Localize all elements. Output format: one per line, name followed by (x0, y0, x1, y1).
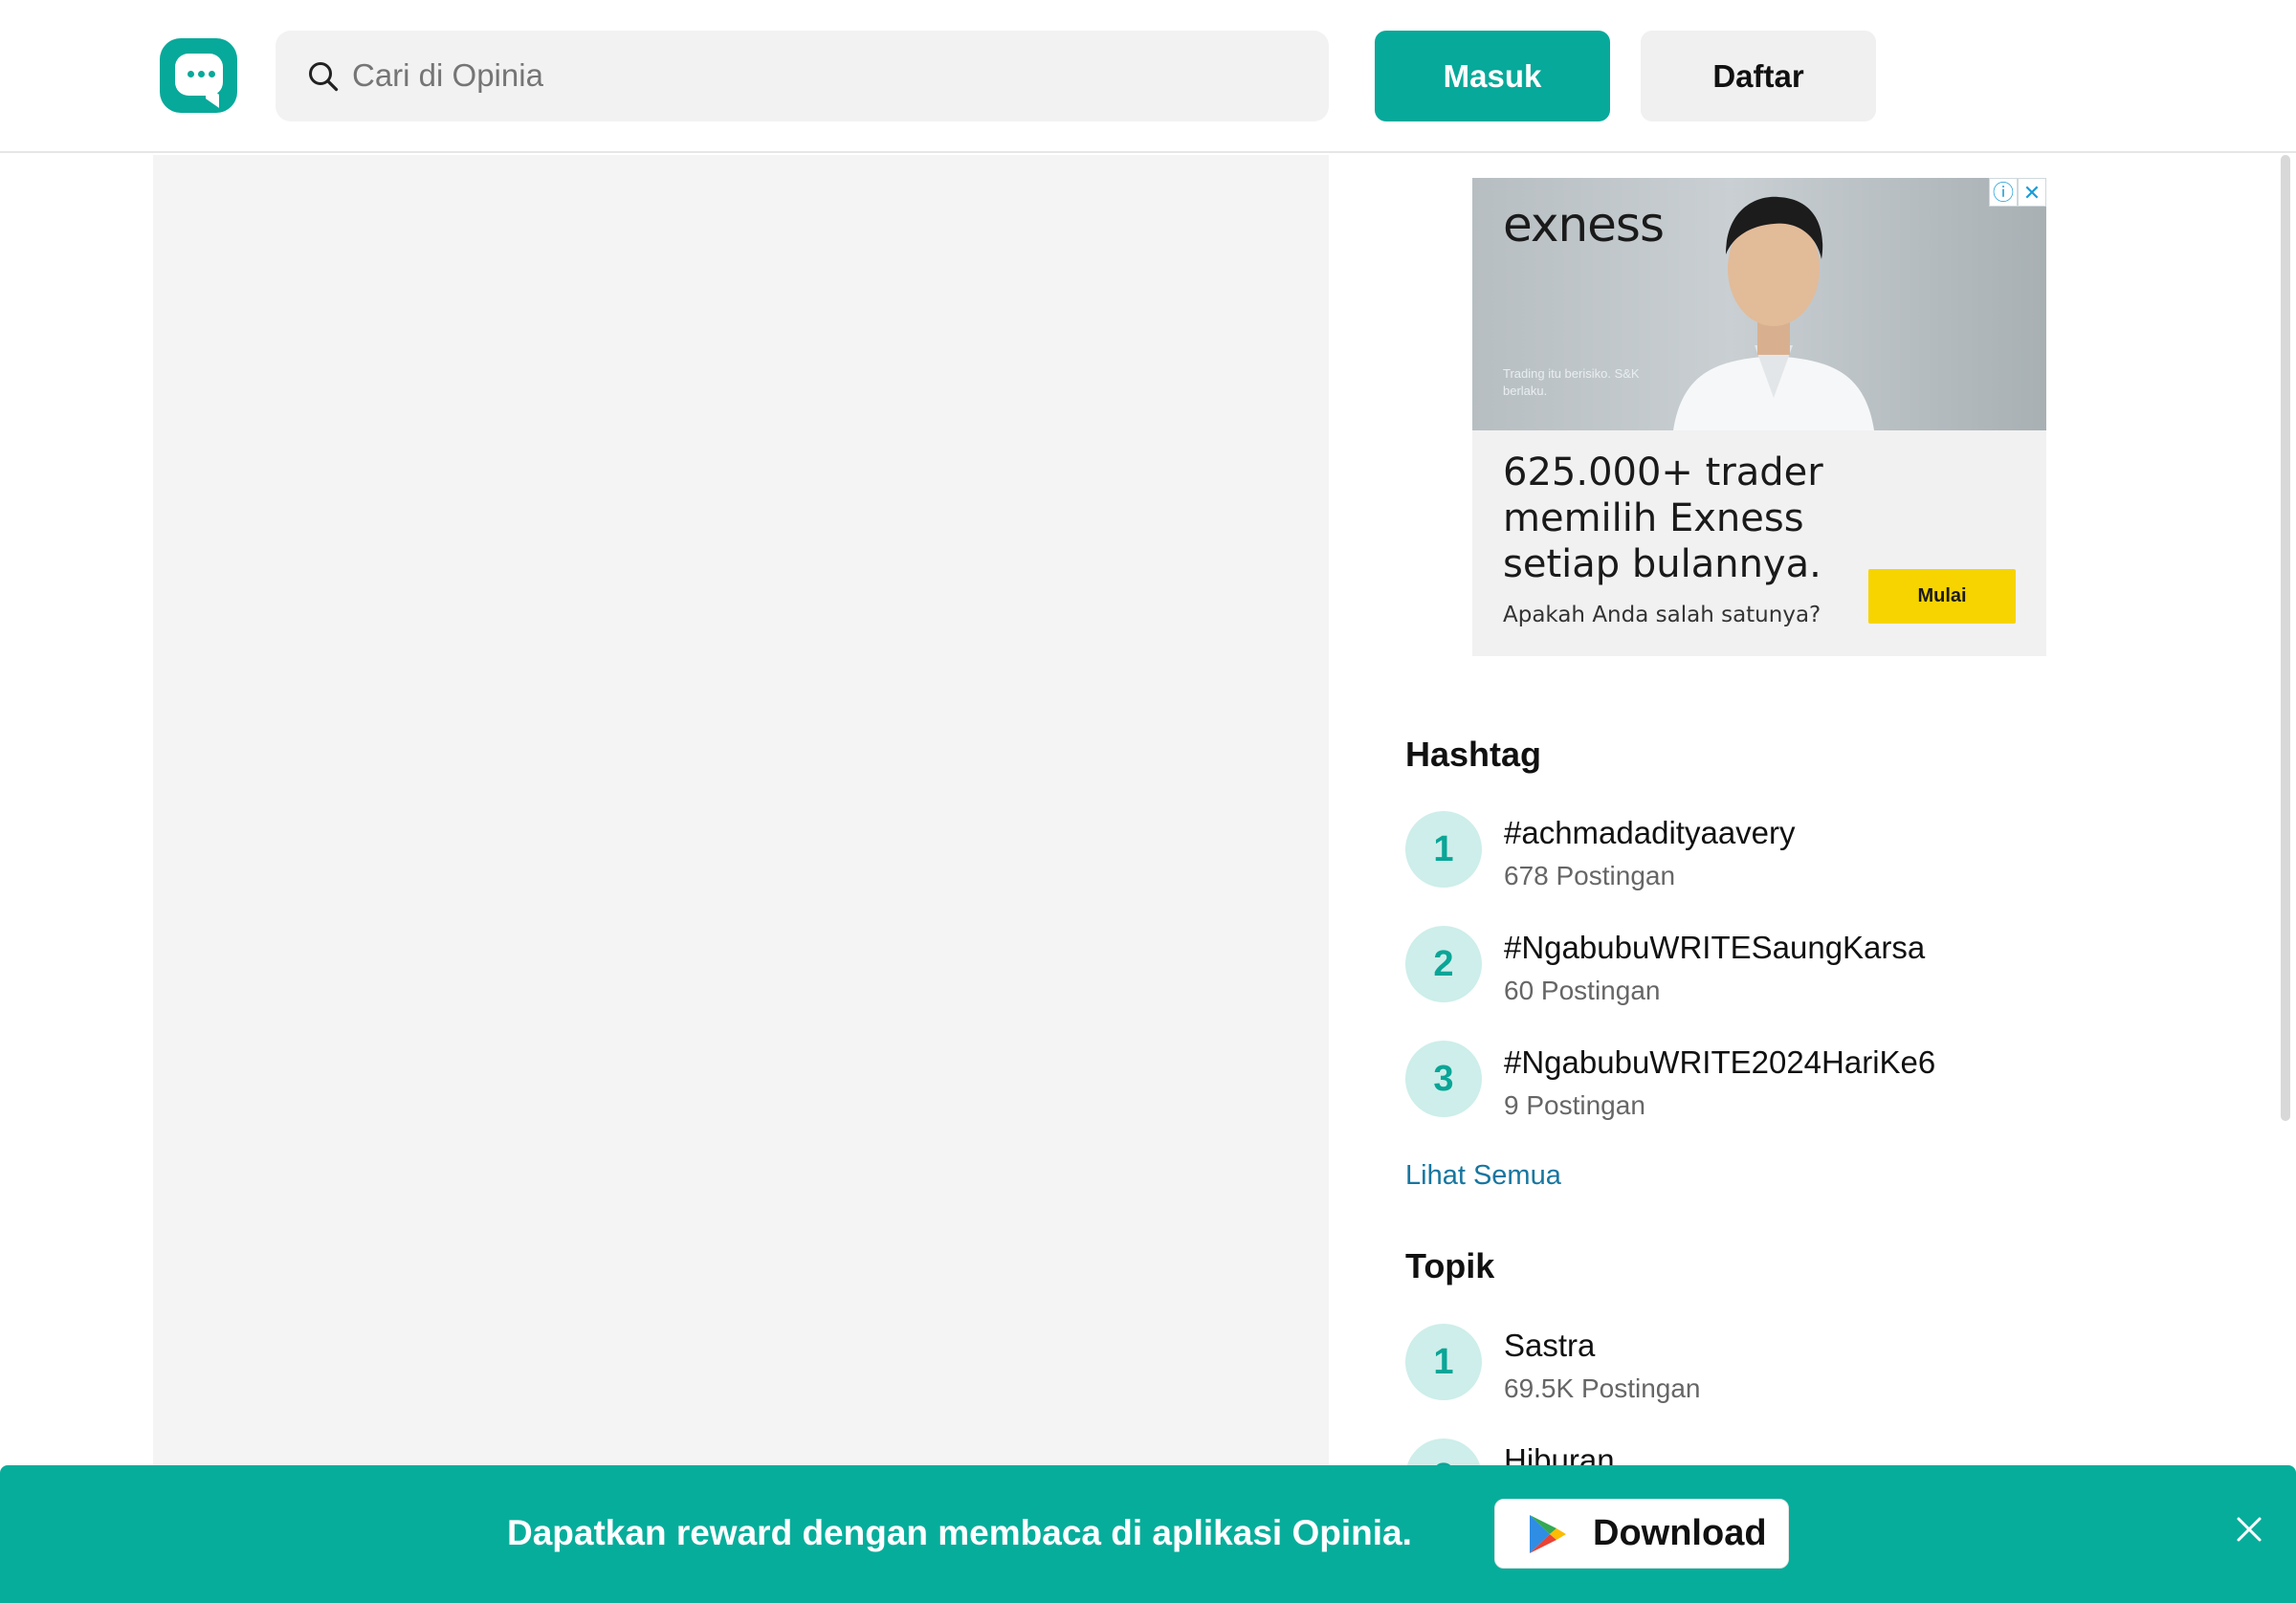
ad-subtext: Apakah Anda salah satunya? (1503, 603, 1821, 627)
ad-cta-button[interactable]: Mulai (1868, 569, 2016, 624)
rank-badge: 1 (1405, 1324, 1482, 1400)
hashtag-item[interactable]: 3 #NgabubuWRITE2024HariKe6 9 Postingan (1405, 1041, 2075, 1121)
topik-heading: Topik (1405, 1246, 1495, 1285)
ad-badge: ⓘ ✕ (1989, 178, 2046, 207)
main-feed-placeholder (153, 155, 1329, 1603)
download-label: Download (1593, 1513, 1767, 1553)
login-button[interactable]: Masuk (1375, 31, 1610, 121)
rank-badge: 2 (1405, 926, 1482, 1002)
hashtag-item[interactable]: 1 #achmadadityaavery 678 Postingan (1405, 811, 2075, 891)
ad-brand: exness (1503, 197, 1665, 253)
close-icon[interactable] (2233, 1513, 2265, 1546)
hashtag-name: #NgabubuWRITESaungKarsa (1504, 930, 1926, 965)
ad-person-image (1673, 196, 1874, 430)
ad-close-icon[interactable]: ✕ (2018, 178, 2046, 207)
hashtag-name: #NgabubuWRITE2024HariKe6 (1504, 1044, 1936, 1080)
rank-badge: 3 (1405, 1041, 1482, 1117)
adchoices-icon[interactable]: ⓘ (1989, 178, 2018, 207)
post-count: 69.5K Postingan (1504, 1373, 1701, 1403)
register-button[interactable]: Daftar (1641, 31, 1876, 121)
topic-name: Sastra (1504, 1328, 1596, 1363)
search-placeholder: Cari di Opinia (352, 57, 543, 93)
rank-badge: 1 (1405, 811, 1482, 888)
google-play-icon (1530, 1514, 1566, 1553)
topic-item[interactable]: 1 Sastra 69.5K Postingan (1405, 1324, 2075, 1404)
download-button[interactable]: Download (1494, 1499, 1789, 1569)
banner-text: Dapatkan reward dengan membaca di aplika… (507, 1513, 1412, 1552)
scrollbar[interactable] (2281, 155, 2290, 1121)
search-icon (309, 62, 339, 92)
post-count: 60 Postingan (1504, 976, 1661, 1005)
top-header: Cari di Opinia Masuk Daftar (0, 0, 2296, 153)
advertisement[interactable]: exness Trading itu berisiko. S&K berlaku… (1472, 178, 2046, 656)
ad-headline: 625.000+ trader memilih Exness setiap bu… (1503, 450, 1823, 586)
search-input[interactable]: Cari di Opinia (276, 31, 1329, 121)
opinia-logo-icon[interactable] (160, 38, 237, 113)
ad-disclaimer: Trading itu berisiko. S&K berlaku. (1503, 366, 1640, 398)
app-download-banner: Dapatkan reward dengan membaca di aplika… (0, 1465, 2296, 1603)
see-all-hashtags-link[interactable]: Lihat Semua (1405, 1160, 1561, 1192)
ad-image: exness Trading itu berisiko. S&K berlaku… (1472, 178, 2046, 430)
hashtag-name: #achmadadityaavery (1504, 815, 1796, 850)
hashtag-item[interactable]: 2 #NgabubuWRITESaungKarsa 60 Postingan (1405, 926, 2075, 1006)
hashtag-heading: Hashtag (1405, 735, 1542, 774)
post-count: 9 Postingan (1504, 1090, 1645, 1120)
post-count: 678 Postingan (1504, 861, 1676, 890)
